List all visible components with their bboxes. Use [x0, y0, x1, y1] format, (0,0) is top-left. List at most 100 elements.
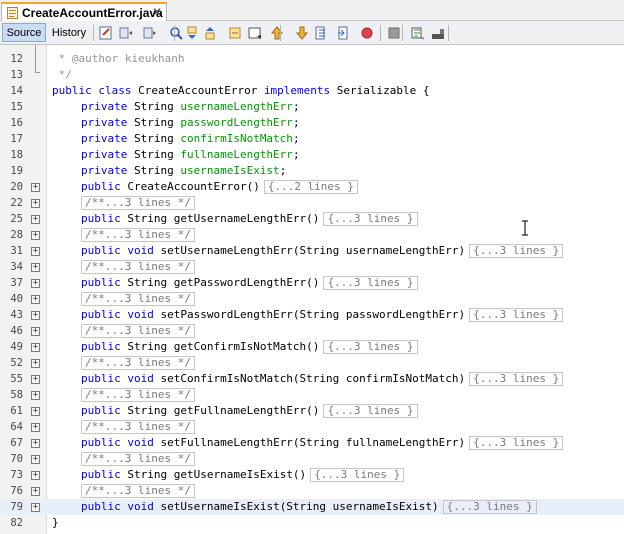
- expand-fold-icon[interactable]: +: [31, 199, 40, 208]
- expand-fold-icon[interactable]: +: [31, 391, 40, 400]
- collapsed-method-body[interactable]: {...3 lines }: [323, 276, 418, 290]
- file-tab[interactable]: CreateAccountError.java ✕: [1, 2, 167, 21]
- expand-fold-icon[interactable]: +: [31, 263, 40, 272]
- code-line[interactable]: 37 + public String getPasswordLengthErr(){…: [0, 275, 624, 291]
- code-line[interactable]: 82}: [0, 515, 624, 531]
- code-line[interactable]: 49 + public String getConfirmIsNotMatch(){…: [0, 339, 624, 355]
- expand-fold-icon[interactable]: +: [31, 471, 40, 480]
- forward-icon[interactable]: [142, 25, 158, 41]
- stop-macro-icon[interactable]: [386, 25, 402, 41]
- collapsed-method-body[interactable]: {...3 lines }: [469, 308, 564, 322]
- expand-fold-icon[interactable]: +: [31, 503, 40, 512]
- collapsed-javadoc[interactable]: /**...3 lines */: [81, 484, 195, 498]
- code-line[interactable]: 76 + /**...3 lines */: [0, 483, 624, 499]
- code-line[interactable]: 79 + public void setUsernameIsExist(String…: [0, 499, 624, 515]
- code-line[interactable]: 70 + /**...3 lines */: [0, 451, 624, 467]
- code-line[interactable]: 17 private String confirmIsNotMatch;: [0, 131, 624, 147]
- code-line[interactable]: 31 + public void setUsernameLengthErr(Stri…: [0, 243, 624, 259]
- expand-fold-icon[interactable]: +: [31, 295, 40, 304]
- shift-right-icon[interactable]: [336, 25, 352, 41]
- code-line[interactable]: 12 * @author kieukhanh: [0, 51, 624, 67]
- expand-fold-icon[interactable]: +: [31, 327, 40, 336]
- line-number: 15: [10, 101, 23, 113]
- shift-left-icon[interactable]: [313, 25, 329, 41]
- collapsed-method-body[interactable]: {...3 lines }: [442, 500, 537, 514]
- code-line[interactable]: 19 private String usernameIsExist;: [0, 163, 624, 179]
- code-line[interactable]: 46 + /**...3 lines */: [0, 323, 624, 339]
- toolbar-separator: [402, 25, 403, 41]
- code-line[interactable]: 55 + public void setConfirmIsNotMatch(Stri…: [0, 371, 624, 387]
- code-line[interactable]: 52 + /**...3 lines */: [0, 355, 624, 371]
- collapsed-javadoc[interactable]: /**...3 lines */: [81, 452, 195, 466]
- code-line[interactable]: 64 + /**...3 lines */: [0, 419, 624, 435]
- expand-fold-icon[interactable]: +: [31, 183, 40, 192]
- collapsed-method-body[interactable]: {...3 lines }: [469, 372, 564, 386]
- code-line[interactable]: 58 + /**...3 lines */: [0, 387, 624, 403]
- collapsed-method-body[interactable]: {...3 lines }: [323, 404, 418, 418]
- code-line[interactable]: 28 + /**...3 lines */: [0, 227, 624, 243]
- collapsed-javadoc[interactable]: /**...3 lines */: [81, 196, 195, 210]
- back-icon[interactable]: [118, 25, 134, 41]
- code-line[interactable]: 43 + public void setPasswordLengthErr(Stri…: [0, 307, 624, 323]
- code-line[interactable]: 20 + public CreateAccountError() {...2 line…: [0, 179, 624, 195]
- collapsed-javadoc[interactable]: /**...3 lines */: [81, 260, 195, 274]
- uncomment-icon[interactable]: [430, 25, 446, 41]
- expand-fold-icon[interactable]: +: [31, 311, 40, 320]
- code-line[interactable]: 25 + public String getUsernameLengthErr(){…: [0, 211, 624, 227]
- find-next-icon[interactable]: [204, 25, 220, 41]
- code-line[interactable]: 34 + /**...3 lines */: [0, 259, 624, 275]
- collapsed-method-body[interactable]: {...3 lines }: [310, 468, 405, 482]
- code-text: /**...3 lines */: [81, 387, 195, 403]
- expand-fold-icon[interactable]: +: [31, 279, 40, 288]
- code-line[interactable]: 14 public class CreateAccountError implem…: [0, 83, 624, 99]
- expand-fold-icon[interactable]: +: [31, 343, 40, 352]
- collapsed-javadoc[interactable]: /**...3 lines */: [81, 420, 195, 434]
- code-line[interactable]: 13 */: [0, 67, 624, 83]
- toggle-bookmark-icon[interactable]: [247, 25, 263, 41]
- collapsed-method-body[interactable]: {...3 lines }: [323, 212, 418, 226]
- collapsed-method-body[interactable]: {...3 lines }: [469, 244, 564, 258]
- java-file-icon: [7, 6, 18, 19]
- next-bookmark-icon[interactable]: [294, 25, 310, 41]
- expand-fold-icon[interactable]: +: [31, 455, 40, 464]
- collapsed-method-body[interactable]: {...2 lines }: [263, 180, 358, 194]
- expand-fold-icon[interactable]: +: [31, 375, 40, 384]
- expand-fold-icon[interactable]: +: [31, 407, 40, 416]
- expand-fold-icon[interactable]: +: [31, 487, 40, 496]
- collapsed-method-body[interactable]: {...3 lines }: [469, 436, 564, 450]
- collapsed-javadoc[interactable]: /**...3 lines */: [81, 228, 195, 242]
- code-line[interactable]: 22 + /**...3 lines */: [0, 195, 624, 211]
- previous-bookmark-icon[interactable]: [269, 25, 285, 41]
- find-previous-icon[interactable]: [186, 25, 202, 41]
- code-text: public String getPasswordLengthErr() {...…: [81, 275, 418, 291]
- history-button[interactable]: History: [48, 23, 90, 42]
- toggle-highlight-icon[interactable]: [228, 25, 244, 41]
- find-icon[interactable]: [168, 25, 184, 41]
- expand-fold-icon[interactable]: +: [31, 423, 40, 432]
- line-number: 25: [10, 213, 23, 225]
- source-button[interactable]: Source: [2, 23, 46, 42]
- expand-fold-icon[interactable]: +: [31, 231, 40, 240]
- comment-icon[interactable]: [410, 25, 426, 41]
- collapsed-method-body[interactable]: {...3 lines }: [323, 340, 418, 354]
- close-icon[interactable]: ✕: [152, 5, 162, 19]
- collapsed-javadoc[interactable]: /**...3 lines */: [81, 324, 195, 338]
- code-line[interactable]: 15 private String usernameLengthErr;: [0, 99, 624, 115]
- code-line[interactable]: 40 + /**...3 lines */: [0, 291, 624, 307]
- code-line[interactable]: 18 private String fullnameLengthErr;: [0, 147, 624, 163]
- collapsed-javadoc[interactable]: /**...3 lines */: [81, 356, 195, 370]
- collapsed-javadoc[interactable]: /**...3 lines */: [81, 388, 195, 402]
- expand-fold-icon[interactable]: +: [31, 439, 40, 448]
- expand-fold-icon[interactable]: +: [31, 247, 40, 256]
- code-line[interactable]: 61 + public String getFullnameLengthErr(){…: [0, 403, 624, 419]
- collapsed-javadoc[interactable]: /**...3 lines */: [81, 292, 195, 306]
- start-macro-icon[interactable]: [359, 25, 375, 41]
- expand-fold-icon[interactable]: +: [31, 215, 40, 224]
- code-line[interactable]: 67 + public void setFullnameLengthErr(Stri…: [0, 435, 624, 451]
- last-edit-icon[interactable]: [98, 25, 114, 41]
- code-line[interactable]: 16 private String passwordLengthErr;: [0, 115, 624, 131]
- expand-fold-icon[interactable]: +: [31, 359, 40, 368]
- code-editor[interactable]: 12 * @author kieukhanh 13 */14 public clas…: [0, 45, 624, 534]
- code-text: private String passwordLengthErr;: [81, 115, 300, 131]
- code-line[interactable]: 73 + public String getUsernameIsExist() {..…: [0, 467, 624, 483]
